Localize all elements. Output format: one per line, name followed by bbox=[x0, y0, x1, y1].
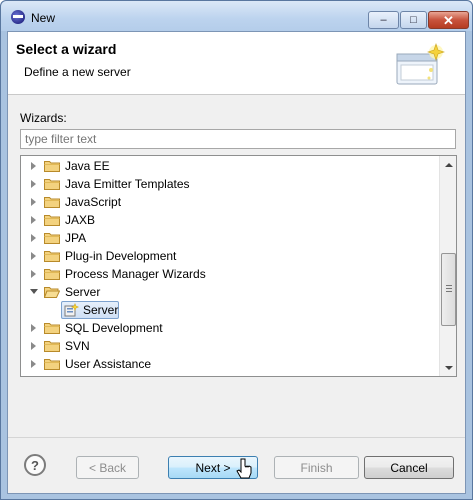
down-arrow-icon bbox=[444, 365, 453, 370]
collapse-arrow-icon[interactable] bbox=[30, 289, 38, 294]
new-wizard-window: New ‒ □ ✕ Select a wizard Define a new s… bbox=[0, 0, 473, 500]
tree-item-label: Java EE bbox=[65, 159, 110, 173]
back-button[interactable]: < Back bbox=[76, 456, 139, 479]
expand-arrow-icon[interactable] bbox=[31, 162, 36, 170]
tree-item-label: Java Emitter Templates bbox=[65, 177, 190, 191]
wizards-label: Wizards: bbox=[20, 111, 67, 125]
tree-item-jaxb[interactable]: JAXB bbox=[21, 211, 439, 229]
tree-item-svn[interactable]: SVN bbox=[21, 337, 439, 355]
folder-icon bbox=[44, 161, 60, 172]
open-folder-icon bbox=[44, 287, 60, 298]
grip-line bbox=[446, 291, 452, 292]
folder-icon bbox=[44, 179, 60, 190]
tree-item-server-category[interactable]: Server bbox=[21, 283, 439, 301]
folder-icon bbox=[44, 251, 60, 262]
help-button[interactable]: ? bbox=[24, 454, 46, 476]
expand-arrow-icon[interactable] bbox=[31, 324, 36, 332]
expand-arrow-icon[interactable] bbox=[31, 216, 36, 224]
expand-arrow-icon[interactable] bbox=[31, 198, 36, 206]
maximize-button[interactable]: □ bbox=[400, 11, 427, 29]
tree-item-label: JAXB bbox=[65, 213, 96, 227]
new-wizard-banner-icon bbox=[396, 43, 445, 85]
filter-input[interactable] bbox=[20, 129, 456, 149]
tree-item-label: SVN bbox=[65, 339, 90, 353]
folder-icon bbox=[44, 215, 60, 226]
folder-icon bbox=[44, 197, 60, 208]
tree-item-label: JavaScript bbox=[65, 195, 122, 209]
expand-arrow-icon[interactable] bbox=[31, 342, 36, 350]
mouse-pointer-icon bbox=[236, 458, 252, 479]
expand-arrow-icon[interactable] bbox=[31, 360, 36, 368]
folder-icon bbox=[44, 233, 60, 244]
tree-item-sql-development[interactable]: SQL Development bbox=[21, 319, 439, 337]
tree-item-label: Plug-in Development bbox=[65, 249, 177, 263]
tree-item-label: Server bbox=[83, 303, 119, 317]
dialog-body: Select a wizard Define a new server Wiza… bbox=[7, 31, 466, 494]
cancel-button[interactable]: Cancel bbox=[364, 456, 454, 479]
wizard-tree: Java EE Java Emitter Templates JavaScrip… bbox=[20, 155, 457, 377]
folder-icon bbox=[44, 269, 60, 280]
scroll-down-button[interactable] bbox=[440, 359, 456, 376]
page-title: Select a wizard bbox=[16, 41, 117, 57]
expand-arrow-icon[interactable] bbox=[31, 252, 36, 260]
tree-item-label: User Assistance bbox=[65, 357, 152, 371]
wizard-header: Select a wizard Define a new server bbox=[8, 32, 465, 95]
tree-item-label: JPA bbox=[65, 231, 87, 245]
scroll-up-button[interactable] bbox=[440, 156, 456, 173]
up-arrow-icon bbox=[444, 162, 453, 167]
tree-item-server-wizard[interactable]: Server bbox=[21, 301, 439, 319]
tree-item-process-manager-wizards[interactable]: Process Manager Wizards bbox=[21, 265, 439, 283]
tree-item-javascript[interactable]: JavaScript bbox=[21, 193, 439, 211]
tree-item-user-assistance[interactable]: User Assistance bbox=[21, 355, 439, 373]
window-title: New bbox=[31, 11, 56, 25]
expand-arrow-icon[interactable] bbox=[31, 270, 36, 278]
vertical-scrollbar[interactable] bbox=[439, 156, 456, 376]
server-icon bbox=[64, 303, 79, 317]
folder-icon bbox=[44, 359, 60, 370]
tree-item-label: Process Manager Wizards bbox=[65, 267, 206, 281]
folder-icon bbox=[44, 341, 60, 352]
close-button[interactable]: ✕ bbox=[428, 11, 469, 29]
grip-line bbox=[446, 285, 452, 286]
tree-item-label: Server bbox=[65, 285, 101, 299]
grip-line bbox=[446, 288, 452, 289]
page-description: Define a new server bbox=[24, 65, 131, 79]
scroll-thumb[interactable] bbox=[441, 253, 456, 326]
eclipse-icon bbox=[11, 10, 25, 24]
tree-item-jpa[interactable]: JPA bbox=[21, 229, 439, 247]
folder-icon bbox=[44, 323, 60, 334]
tree-item-java-emitter-templates[interactable]: Java Emitter Templates bbox=[21, 175, 439, 193]
expand-arrow-icon[interactable] bbox=[31, 234, 36, 242]
tree-item-plug-in-development[interactable]: Plug-in Development bbox=[21, 247, 439, 265]
tree-item-label: SQL Development bbox=[65, 321, 163, 335]
footer-divider bbox=[8, 437, 465, 438]
minimize-button[interactable]: ‒ bbox=[368, 11, 399, 29]
title-bar[interactable]: New ‒ □ ✕ bbox=[1, 1, 472, 31]
tree-item-java-ee[interactable]: Java EE bbox=[21, 157, 439, 175]
finish-button[interactable]: Finish bbox=[274, 456, 359, 479]
expand-arrow-icon[interactable] bbox=[31, 180, 36, 188]
